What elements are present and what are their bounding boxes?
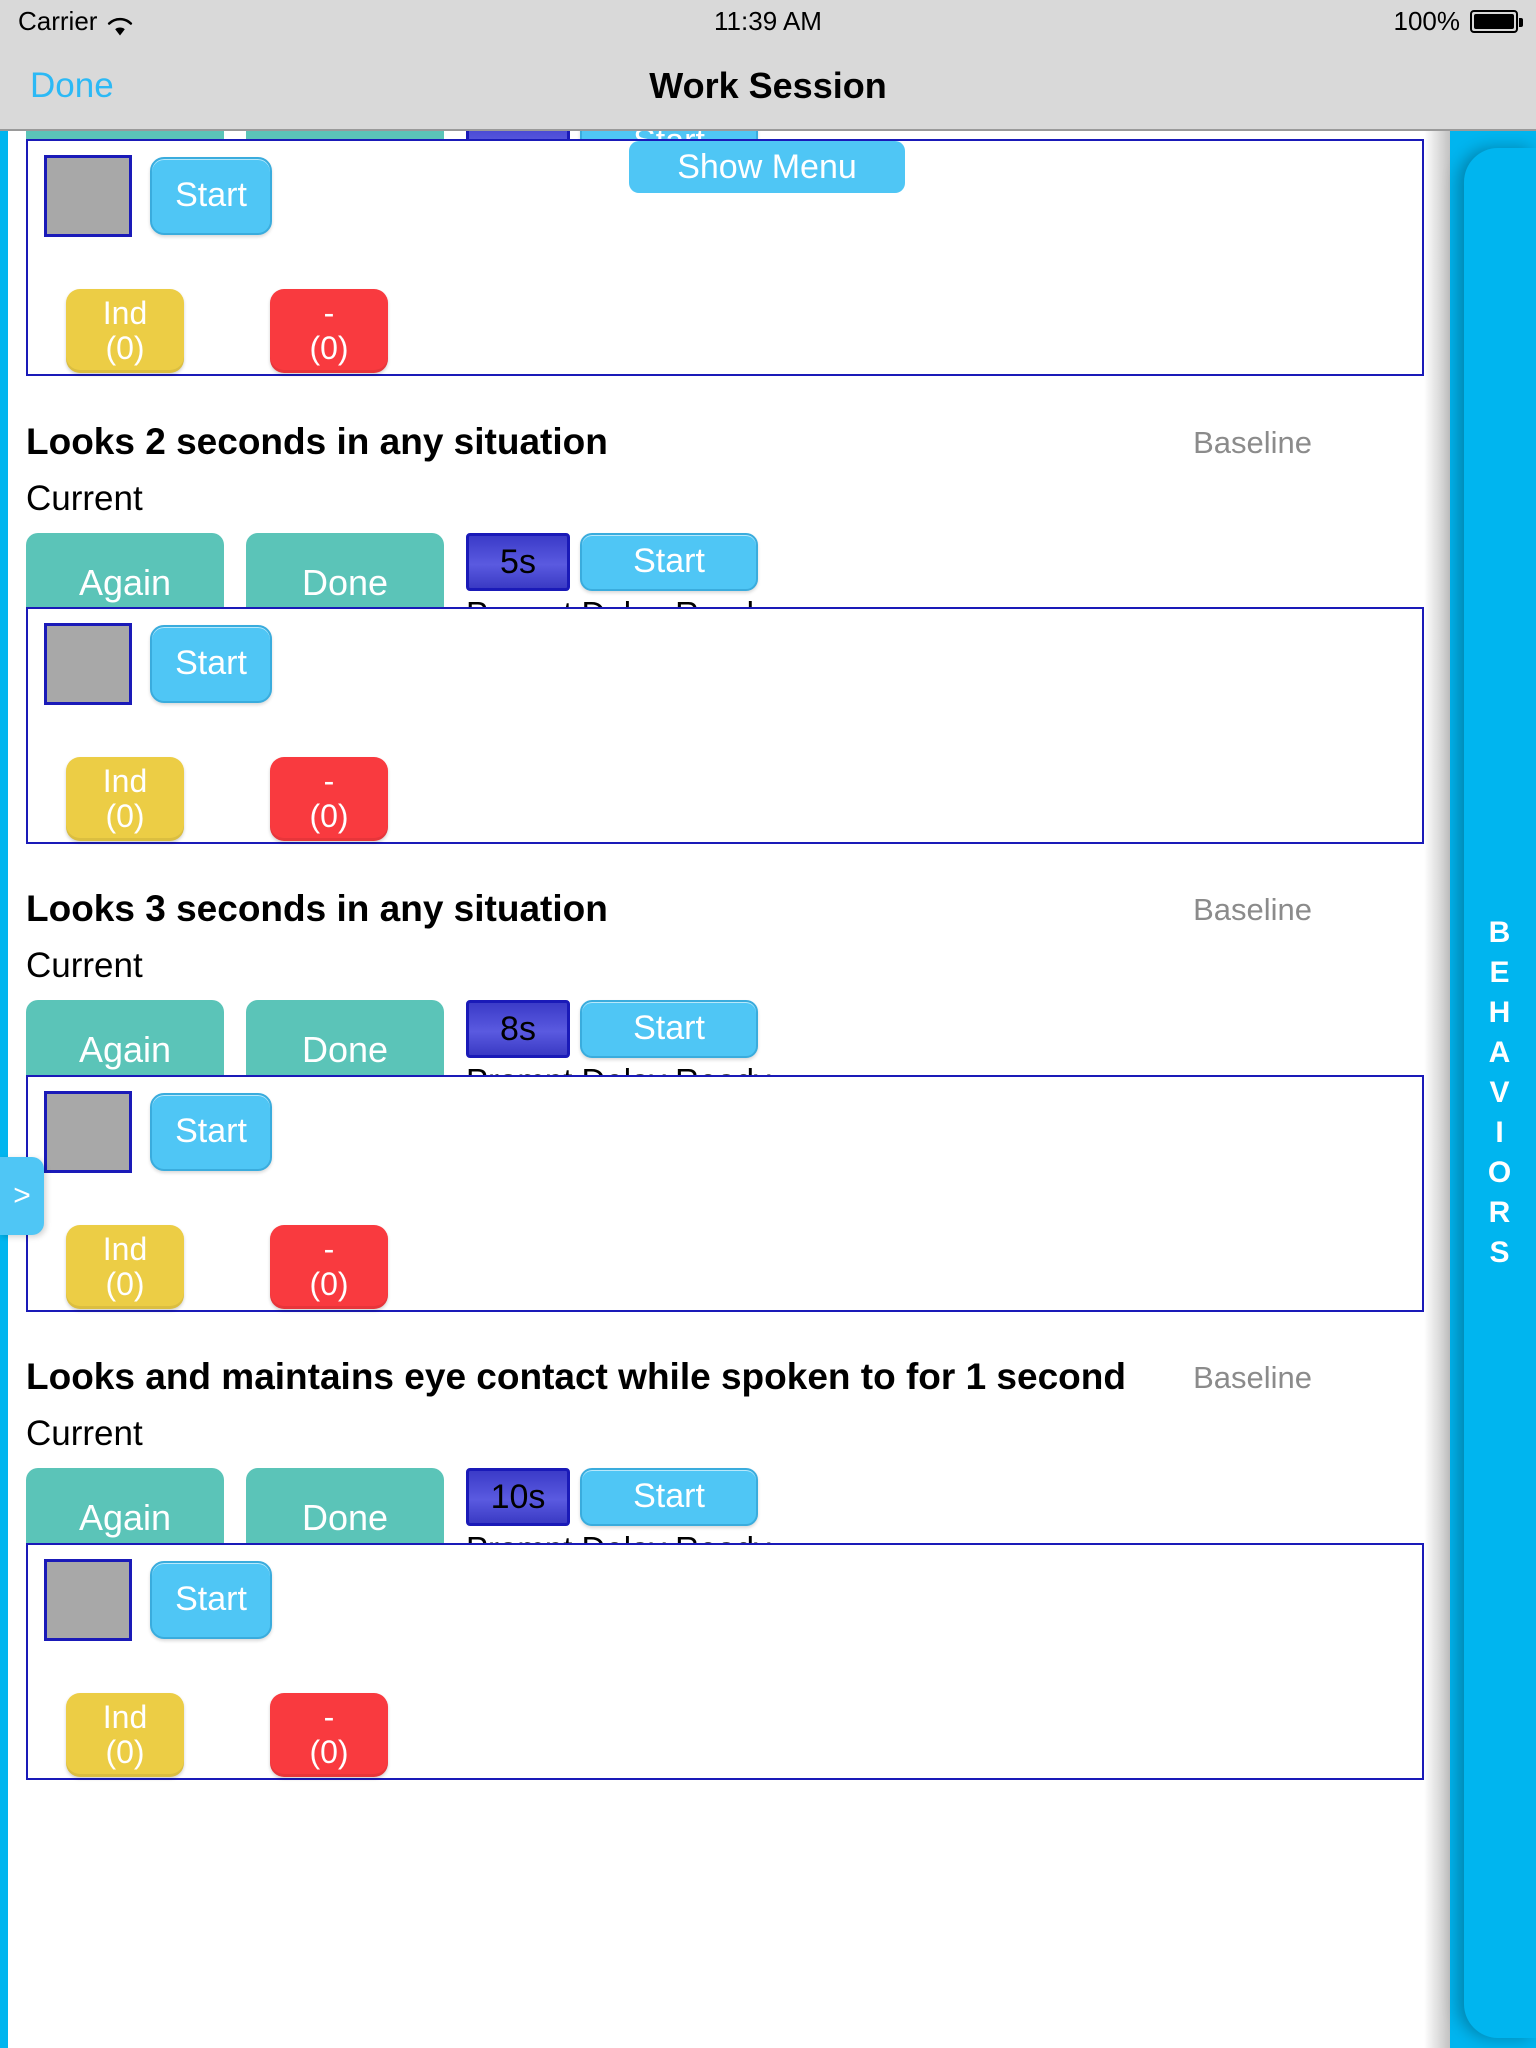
trial-start-button[interactable]: Start	[150, 1561, 272, 1639]
trial-card-3: Start Ind (0) - (0)	[26, 1075, 1424, 1312]
session-body: Again Done Start Prompt Delay Ready Star	[0, 131, 1536, 2048]
trial-start-button[interactable]: Start	[150, 157, 272, 235]
trial-status-box[interactable]	[44, 1559, 132, 1641]
prompt-delay-chip[interactable]: 8s	[466, 1000, 570, 1058]
behaviors-letter: R	[1488, 1196, 1512, 1229]
minus-count: (0)	[309, 1734, 349, 1770]
ind-count: (0)	[105, 1734, 145, 1770]
minus-label: -	[323, 294, 335, 331]
independent-count-button[interactable]: Ind (0)	[66, 1693, 184, 1777]
left-drawer-toggle[interactable]: >	[0, 1157, 44, 1235]
behaviors-drawer[interactable]: B E H A V I O R S	[1464, 148, 1536, 2038]
prompt-delay-chip[interactable]: 5s	[466, 533, 570, 591]
status-bar-right: 100%	[1393, 5, 1523, 37]
minus-label: -	[323, 762, 335, 799]
program-row-looks-3-seconds: Looks 3 seconds in any situation Baselin…	[26, 888, 1424, 1100]
status-bar-time: 11:39 AM	[714, 5, 822, 36]
ind-label: Ind	[102, 1698, 148, 1735]
battery-full-icon	[1470, 9, 1523, 33]
program-current-label: Current	[26, 1414, 143, 1453]
program-current-label: Current	[26, 946, 143, 985]
incorrect-count-button[interactable]: - (0)	[270, 757, 388, 841]
app-screen: Carrier 11:39 AM 100% Done Work Session …	[0, 0, 1536, 2048]
trial-card-2: Start Ind (0) - (0)	[26, 607, 1424, 844]
trial-status-box[interactable]	[44, 1091, 132, 1173]
program-row-looks-eye-contact-1-second: Looks and maintains eye contact while sp…	[26, 1356, 1424, 1568]
page-title: Work Session	[649, 64, 887, 106]
minus-count: (0)	[309, 1266, 349, 1302]
behaviors-letter: H	[1488, 996, 1512, 1029]
incorrect-count-button[interactable]: - (0)	[270, 1693, 388, 1777]
program-current-label: Current	[26, 479, 143, 518]
start-button[interactable]: Start	[580, 533, 758, 591]
behaviors-letter: I	[1495, 1116, 1505, 1149]
minus-count: (0)	[309, 798, 349, 834]
trial-start-button[interactable]: Start	[150, 625, 272, 703]
program-phase-badge: Baseline	[1193, 425, 1312, 460]
behaviors-letter: B	[1488, 916, 1512, 949]
minus-label: -	[323, 1230, 335, 1267]
ind-count: (0)	[105, 330, 145, 366]
minus-label: -	[323, 1698, 335, 1735]
status-bar: Carrier 11:39 AM 100%	[0, 0, 1536, 42]
behaviors-letter: S	[1489, 1236, 1511, 1269]
trial-card-4: Start Ind (0) - (0)	[26, 1543, 1424, 1780]
independent-count-button[interactable]: Ind (0)	[66, 1225, 184, 1309]
behaviors-letter: V	[1489, 1076, 1511, 1109]
minus-count: (0)	[309, 330, 349, 366]
independent-count-button[interactable]: Ind (0)	[66, 757, 184, 841]
navigation-bar: Done Work Session	[0, 42, 1536, 131]
ind-count: (0)	[105, 798, 145, 834]
behaviors-letter: E	[1489, 956, 1511, 989]
trial-status-box[interactable]	[44, 155, 132, 237]
ind-label: Ind	[102, 294, 148, 331]
show-menu-button[interactable]: Show Menu	[629, 141, 905, 193]
program-scroll-list[interactable]: Again Done Start Prompt Delay Ready Star	[8, 131, 1450, 2048]
ind-label: Ind	[102, 1230, 148, 1267]
trial-start-button[interactable]: Start	[150, 1093, 272, 1171]
incorrect-count-button[interactable]: - (0)	[270, 289, 388, 373]
independent-count-button[interactable]: Ind (0)	[66, 289, 184, 373]
behaviors-letter: A	[1488, 1036, 1512, 1069]
battery-percent-label: 100%	[1393, 5, 1461, 36]
prompt-delay-chip[interactable]: 10s	[466, 1468, 570, 1526]
ind-label: Ind	[102, 762, 148, 799]
incorrect-count-button[interactable]: - (0)	[270, 1225, 388, 1309]
behaviors-drawer-label: B E H A V I O R S	[1488, 913, 1512, 1273]
behaviors-letter: O	[1487, 1156, 1513, 1189]
program-row-looks-2-seconds: Looks 2 seconds in any situation Baselin…	[26, 421, 1424, 633]
start-button[interactable]: Start	[580, 1468, 758, 1526]
program-phase-badge: Baseline	[1193, 1360, 1312, 1395]
start-button[interactable]: Start	[580, 1000, 758, 1058]
ind-count: (0)	[105, 1266, 145, 1302]
program-phase-badge: Baseline	[1193, 892, 1312, 927]
trial-status-box[interactable]	[44, 623, 132, 705]
